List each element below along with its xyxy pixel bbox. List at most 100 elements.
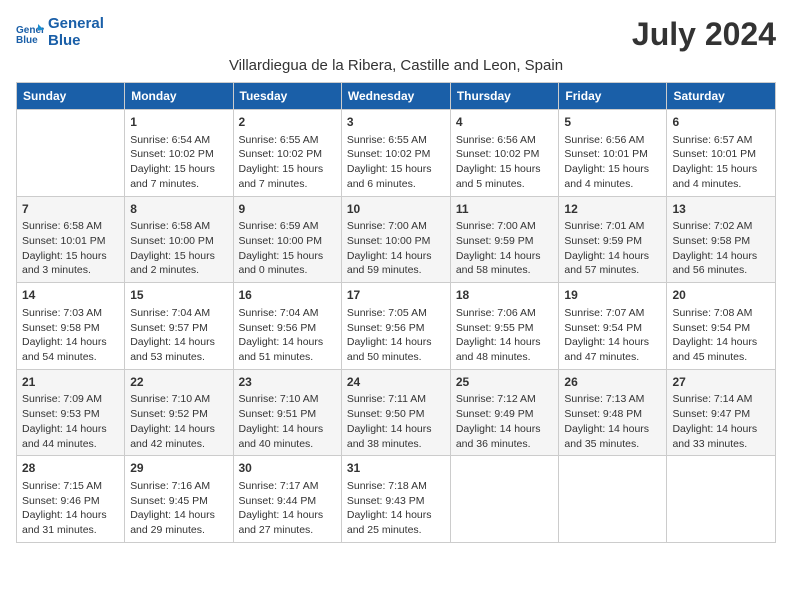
cell-content: Sunrise: 7:04 AM Sunset: 9:57 PM Dayligh… (130, 306, 227, 365)
calendar-cell: 17 Sunrise: 7:05 AM Sunset: 9:56 PM Dayli… (341, 283, 450, 370)
month-title: July 2024 (632, 16, 776, 53)
col-header-wednesday: Wednesday (341, 83, 450, 110)
calendar-cell: 2 Sunrise: 6:55 AM Sunset: 10:02 PM Dayli… (233, 110, 341, 197)
day-number: 27 (672, 374, 770, 391)
day-number: 11 (456, 201, 554, 218)
day-number: 21 (22, 374, 119, 391)
day-number: 18 (456, 287, 554, 304)
calendar-cell: 24Sunrise: 7:11 AM Sunset: 9:50 PM Dayli… (341, 369, 450, 456)
cell-content: Sunrise: 6:59 AM Sunset: 10:00 PM Daylig… (239, 219, 336, 278)
calendar-cell (450, 456, 559, 543)
cell-content: Sunrise: 7:07 AM Sunset: 9:54 PM Dayligh… (564, 306, 661, 365)
day-number: 3 (347, 114, 445, 131)
calendar-cell: 21Sunrise: 7:09 AM Sunset: 9:53 PM Dayli… (17, 369, 125, 456)
calendar-cell: 8Sunrise: 6:58 AM Sunset: 10:00 PM Dayli… (125, 196, 233, 283)
cell-content: Sunrise: 7:01 AM Sunset: 9:59 PM Dayligh… (564, 219, 661, 278)
day-number: 30 (239, 460, 336, 477)
cell-content: Sunrise: 7:03 AM Sunset: 9:58 PM Dayligh… (22, 306, 119, 365)
calendar-cell: 25Sunrise: 7:12 AM Sunset: 9:49 PM Dayli… (450, 369, 559, 456)
logo-text: General Blue (48, 16, 104, 49)
cell-content: Sunrise: 6:56 AM Sunset: 10:01 PM Daylig… (564, 133, 661, 192)
cell-content: Sunrise: 7:17 AM Sunset: 9:44 PM Dayligh… (239, 479, 336, 538)
day-number: 23 (239, 374, 336, 391)
cell-content: Sunrise: 7:14 AM Sunset: 9:47 PM Dayligh… (672, 392, 770, 451)
day-number: 22 (130, 374, 227, 391)
day-number: 24 (347, 374, 445, 391)
day-number: 1 (130, 114, 227, 131)
col-header-monday: Monday (125, 83, 233, 110)
day-number: 16 (239, 287, 336, 304)
day-number: 8 (130, 201, 227, 218)
calendar-cell (17, 110, 125, 197)
day-number: 6 (672, 114, 770, 131)
calendar-cell: 28 Sunrise: 7:15 AM Sunset: 9:46 PM Dayli… (17, 456, 125, 543)
calendar-cell: 13Sunrise: 7:02 AM Sunset: 9:58 PM Dayli… (667, 196, 776, 283)
calendar-cell: 20Sunrise: 7:08 AM Sunset: 9:54 PM Dayli… (667, 283, 776, 370)
cell-content: Sunrise: 7:16 AM Sunset: 9:45 PM Dayligh… (130, 479, 227, 538)
day-number: 31 (347, 460, 445, 477)
cell-content: Sunrise: 7:05 AM Sunset: 9:56 PM Dayligh… (347, 306, 445, 365)
calendar-cell: 14 Sunrise: 7:03 AM Sunset: 9:58 PM Dayli… (17, 283, 125, 370)
day-number: 15 (130, 287, 227, 304)
calendar-cell (559, 456, 667, 543)
day-number: 12 (564, 201, 661, 218)
location-title: Villardiegua de la Ribera, Castille and … (16, 57, 776, 74)
col-header-friday: Friday (559, 83, 667, 110)
cell-content: Sunrise: 7:00 AM Sunset: 9:59 PM Dayligh… (456, 219, 554, 278)
day-number: 28 (22, 460, 119, 477)
calendar-cell: 5 Sunrise: 6:56 AM Sunset: 10:01 PM Dayli… (559, 110, 667, 197)
day-number: 13 (672, 201, 770, 218)
calendar-cell: 31 Sunrise: 7:18 AM Sunset: 9:43 PM Dayli… (341, 456, 450, 543)
day-number: 4 (456, 114, 554, 131)
calendar-cell: 18 Sunrise: 7:06 AM Sunset: 9:55 PM Dayli… (450, 283, 559, 370)
day-number: 2 (239, 114, 336, 131)
cell-content: Sunrise: 7:11 AM Sunset: 9:50 PM Dayligh… (347, 392, 445, 451)
calendar-cell: 12Sunrise: 7:01 AM Sunset: 9:59 PM Dayli… (559, 196, 667, 283)
calendar-table: SundayMondayTuesdayWednesdayThursdayFrid… (16, 82, 776, 543)
day-number: 7 (22, 201, 119, 218)
calendar-cell: 7Sunrise: 6:58 AM Sunset: 10:01 PM Dayli… (17, 196, 125, 283)
day-number: 20 (672, 287, 770, 304)
col-header-saturday: Saturday (667, 83, 776, 110)
calendar-cell: 30 Sunrise: 7:17 AM Sunset: 9:44 PM Dayli… (233, 456, 341, 543)
calendar-cell: 15 Sunrise: 7:04 AM Sunset: 9:57 PM Dayli… (125, 283, 233, 370)
cell-content: Sunrise: 7:00 AM Sunset: 10:00 PM Daylig… (347, 219, 445, 278)
day-number: 29 (130, 460, 227, 477)
cell-content: Sunrise: 7:10 AM Sunset: 9:51 PM Dayligh… (239, 392, 336, 451)
cell-content: Sunrise: 6:54 AM Sunset: 10:02 PM Daylig… (130, 133, 227, 192)
day-number: 17 (347, 287, 445, 304)
cell-content: Sunrise: 7:10 AM Sunset: 9:52 PM Dayligh… (130, 392, 227, 451)
cell-content: Sunrise: 7:15 AM Sunset: 9:46 PM Dayligh… (22, 479, 119, 538)
cell-content: Sunrise: 7:02 AM Sunset: 9:58 PM Dayligh… (672, 219, 770, 278)
calendar-cell: 11Sunrise: 7:00 AM Sunset: 9:59 PM Dayli… (450, 196, 559, 283)
cell-content: Sunrise: 6:55 AM Sunset: 10:02 PM Daylig… (347, 133, 445, 192)
calendar-cell: 10Sunrise: 7:00 AM Sunset: 10:00 PM Dayl… (341, 196, 450, 283)
cell-content: Sunrise: 6:55 AM Sunset: 10:02 PM Daylig… (239, 133, 336, 192)
calendar-cell: 9Sunrise: 6:59 AM Sunset: 10:00 PM Dayli… (233, 196, 341, 283)
calendar-cell (667, 456, 776, 543)
cell-content: Sunrise: 7:06 AM Sunset: 9:55 PM Dayligh… (456, 306, 554, 365)
cell-content: Sunrise: 6:56 AM Sunset: 10:02 PM Daylig… (456, 133, 554, 192)
calendar-cell: 16 Sunrise: 7:04 AM Sunset: 9:56 PM Dayli… (233, 283, 341, 370)
cell-content: Sunrise: 7:18 AM Sunset: 9:43 PM Dayligh… (347, 479, 445, 538)
cell-content: Sunrise: 6:58 AM Sunset: 10:00 PM Daylig… (130, 219, 227, 278)
calendar-cell: 22Sunrise: 7:10 AM Sunset: 9:52 PM Dayli… (125, 369, 233, 456)
day-number: 14 (22, 287, 119, 304)
calendar-cell: 26Sunrise: 7:13 AM Sunset: 9:48 PM Dayli… (559, 369, 667, 456)
day-number: 19 (564, 287, 661, 304)
calendar-cell: 6 Sunrise: 6:57 AM Sunset: 10:01 PM Dayli… (667, 110, 776, 197)
cell-content: Sunrise: 6:57 AM Sunset: 10:01 PM Daylig… (672, 133, 770, 192)
logo: General Blue General Blue (16, 16, 104, 49)
day-number: 10 (347, 201, 445, 218)
day-number: 26 (564, 374, 661, 391)
cell-content: Sunrise: 7:04 AM Sunset: 9:56 PM Dayligh… (239, 306, 336, 365)
calendar-cell: 4 Sunrise: 6:56 AM Sunset: 10:02 PM Dayli… (450, 110, 559, 197)
cell-content: Sunrise: 6:58 AM Sunset: 10:01 PM Daylig… (22, 219, 119, 278)
day-number: 5 (564, 114, 661, 131)
calendar-cell: 29 Sunrise: 7:16 AM Sunset: 9:45 PM Dayli… (125, 456, 233, 543)
logo-icon: General Blue (16, 22, 44, 44)
cell-content: Sunrise: 7:09 AM Sunset: 9:53 PM Dayligh… (22, 392, 119, 451)
svg-text:Blue: Blue (16, 35, 38, 44)
calendar-cell: 1 Sunrise: 6:54 AM Sunset: 10:02 PM Dayli… (125, 110, 233, 197)
col-header-sunday: Sunday (17, 83, 125, 110)
